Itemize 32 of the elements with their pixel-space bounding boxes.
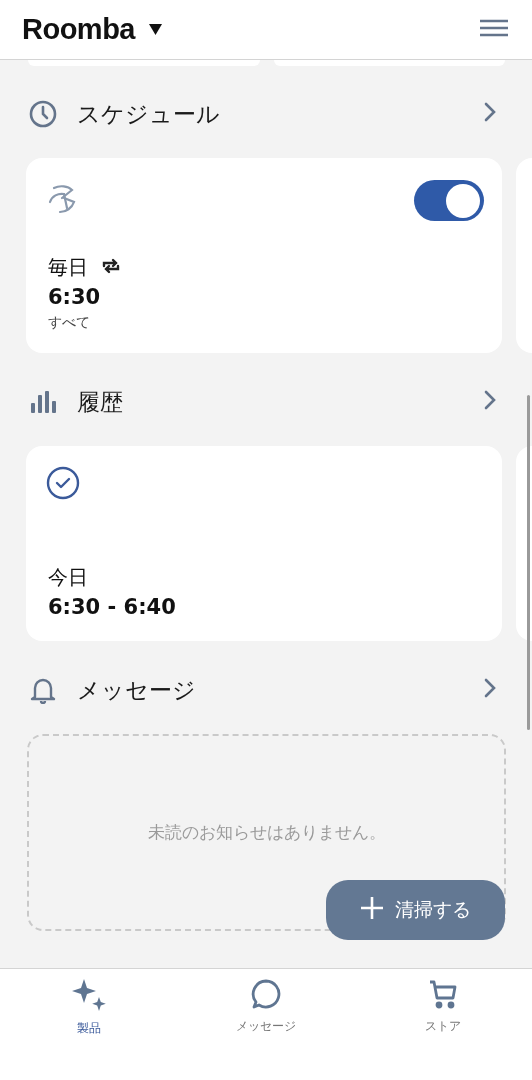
menu-icon[interactable] bbox=[480, 18, 508, 37]
clock-icon bbox=[29, 100, 57, 128]
history-card[interactable]: 今日 6:30 - 6:40 bbox=[26, 446, 502, 641]
schedule-rooms: すべて bbox=[48, 313, 90, 332]
chevron-right-icon[interactable] bbox=[484, 678, 496, 698]
tab[interactable]: 製品 bbox=[0, 979, 178, 1037]
chevron-right-icon[interactable] bbox=[484, 102, 496, 122]
plus-icon bbox=[360, 897, 383, 919]
section-title[interactable]: メッセージ bbox=[77, 674, 484, 706]
chevron-right-icon[interactable] bbox=[484, 390, 496, 410]
tab[interactable]: ストア bbox=[354, 979, 532, 1035]
check-circle-icon bbox=[46, 466, 80, 500]
section-title[interactable]: スケジュール bbox=[77, 98, 484, 130]
cart-icon bbox=[429, 979, 458, 1009]
schedule-card[interactable]: 毎日 6:30 すべて bbox=[26, 158, 502, 353]
bar-chart-icon bbox=[30, 391, 56, 413]
scrollbar[interactable] bbox=[527, 395, 530, 730]
clean-button[interactable]: 清掃する bbox=[326, 880, 505, 940]
app-title[interactable]: Roomba bbox=[22, 13, 135, 46]
bell-icon bbox=[30, 676, 56, 704]
sparkle-icon bbox=[71, 979, 106, 1011]
repeat-icon bbox=[102, 258, 120, 274]
caret-down-icon[interactable] bbox=[149, 24, 162, 35]
section-title[interactable]: 履歴 bbox=[77, 386, 484, 418]
schedule-frequency: 毎日 bbox=[48, 254, 88, 281]
tab[interactable]: メッセージ bbox=[177, 979, 355, 1035]
empty-message: 未読のお知らせはありません。 bbox=[147, 821, 386, 844]
chat-bubble-icon bbox=[251, 979, 281, 1009]
history-day: 今日 bbox=[48, 562, 88, 593]
history-time-range: 6:30 - 6:40 bbox=[48, 594, 176, 621]
schedule-time: 6:30 bbox=[48, 284, 101, 311]
toggle-switch[interactable] bbox=[414, 180, 484, 221]
